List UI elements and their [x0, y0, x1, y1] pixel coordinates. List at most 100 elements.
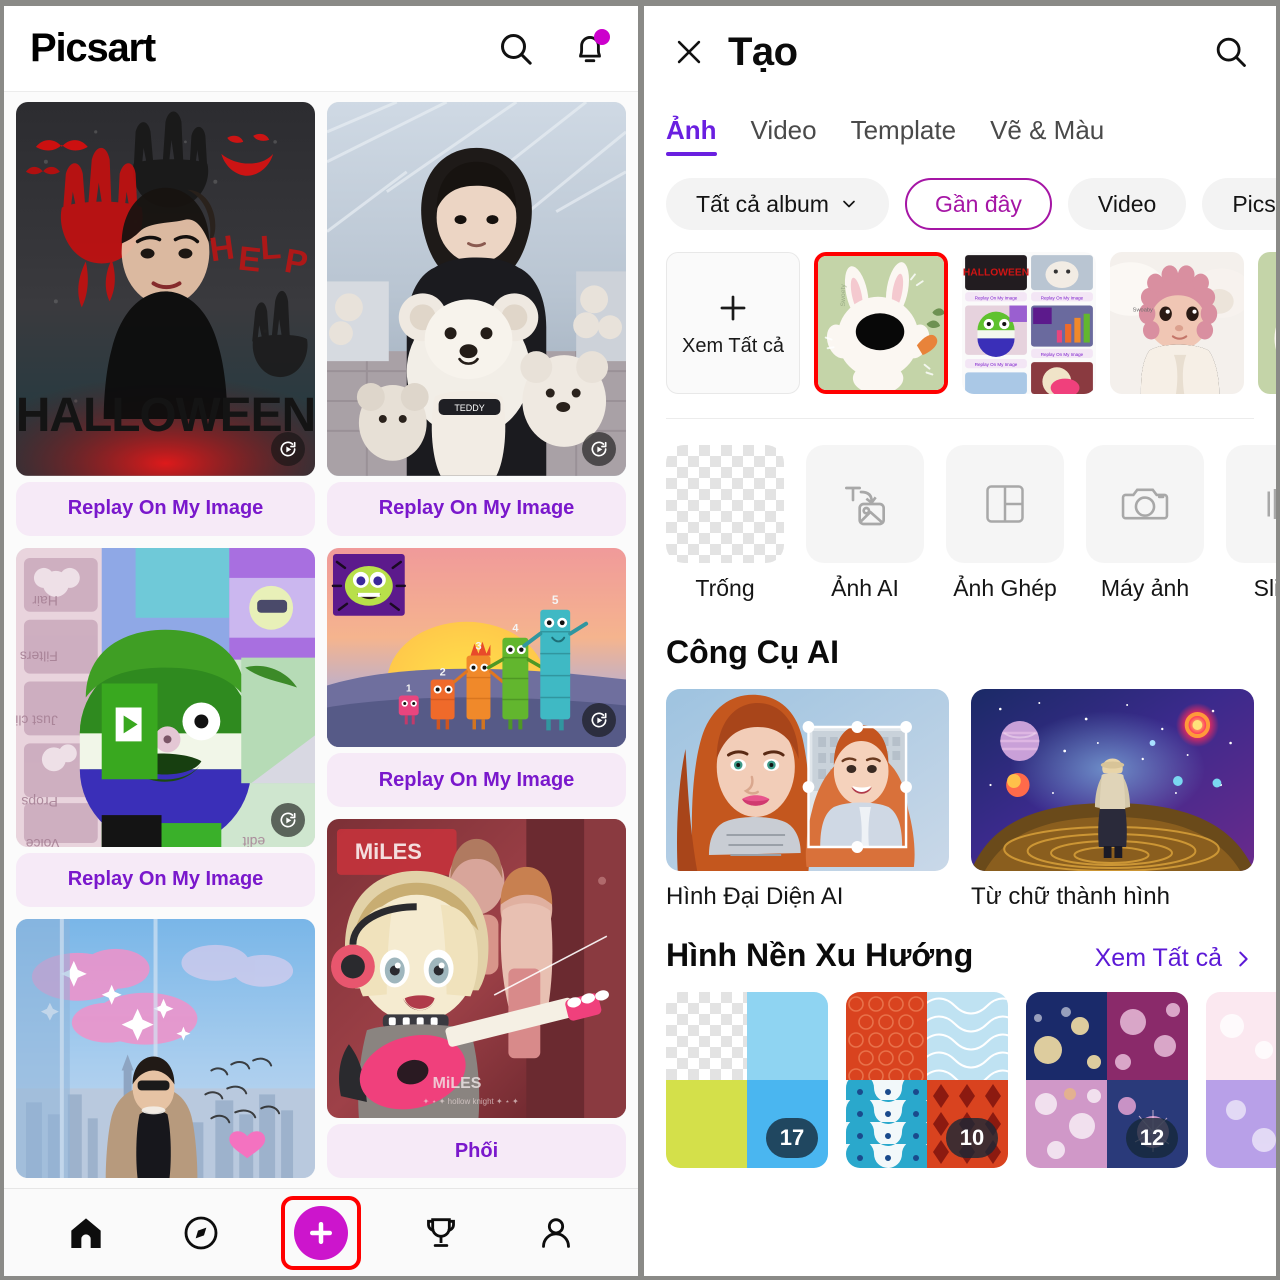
recent-photo-bunny-2[interactable]	[1258, 252, 1276, 394]
tool-label: Ảnh AI	[831, 575, 899, 601]
feed-thumbnail[interactable]: H E L P HALLOWEEN	[16, 102, 315, 476]
replay-on-my-image-button[interactable]: Replay On My Image	[327, 481, 626, 536]
replay-feed[interactable]: H E L P HALLOWEEN Replay On My Image Hai…	[4, 92, 638, 1188]
trending-backgrounds-row[interactable]: 17 10 12	[644, 992, 1276, 1168]
svg-text:5: 5	[552, 593, 559, 607]
feed-thumbnail[interactable]: TEDDY	[327, 102, 626, 476]
create-body: Tất cả album Gần đây Video Picsart	[644, 156, 1276, 1276]
pastel-swatch	[1206, 992, 1276, 1080]
recent-photo-screenshot[interactable]: HALLOWEEN Replay On My Image Replay On M…	[962, 252, 1096, 394]
feed-card[interactable]: TEDDY Replay On My Image	[327, 102, 626, 536]
tool-trong[interactable]: Trống	[666, 445, 784, 602]
feed-card[interactable]: MiLES MiLES ✦ ⋆ ✦ hollow knight ✦ ⋆ ✦ Ph…	[327, 819, 626, 1179]
background-pack-patterns[interactable]: 10	[846, 992, 1008, 1168]
screenshot-root: Picsart H E L P HALLOWEEN Replay On My I…	[0, 0, 1280, 1280]
feed-thumbnail[interactable]: MiLES MiLES ✦ ⋆ ✦ hollow knight ✦ ⋆ ✦	[327, 819, 626, 1119]
baby-thumbnail: Swoaby	[1110, 252, 1244, 394]
svg-text:✦ ⋆ ✦ hollow knight ✦ ⋆ ✦: ✦ ⋆ ✦ hollow knight ✦ ⋆ ✦	[423, 1097, 519, 1106]
bokeh-swatch	[1026, 992, 1107, 1080]
svg-text:edit: edit	[243, 834, 266, 847]
backgrounds-section-header: Hình Nền Xu Hướng Xem Tất cả	[644, 911, 1276, 992]
feed-card[interactable]	[16, 918, 315, 1178]
ai-card-text-to-image[interactable]: Từ chữ thành hình	[971, 689, 1254, 911]
feed-card[interactable]: H E L P HALLOWEEN Replay On My Image	[16, 102, 315, 536]
ai-card-label: Hình Đại Diện AI	[666, 883, 844, 910]
nav-explore-button[interactable]	[166, 1202, 236, 1264]
collage-icon	[986, 485, 1024, 523]
chip-tat-ca-album[interactable]: Tất cả album	[666, 178, 889, 230]
replay-on-my-image-button[interactable]: Replay On My Image	[16, 852, 315, 907]
bokeh-swatch	[1107, 992, 1188, 1080]
background-pack-pastel[interactable]	[1206, 992, 1276, 1168]
left-phone-panel: Picsart H E L P HALLOWEEN Replay On My I…	[4, 6, 638, 1276]
svg-text:TEDDY: TEDDY	[454, 403, 484, 413]
svg-text:MiLES: MiLES	[355, 839, 422, 864]
feed-card[interactable]: Hair Filters Just clips Props Voice edit	[16, 547, 315, 907]
svg-text:MiLES: MiLES	[433, 1075, 482, 1092]
recent-photo-selected[interactable]: Swoety	[814, 252, 948, 394]
see-all-photos-tile[interactable]: Xem Tất cả	[666, 252, 800, 394]
slides-icon	[1267, 489, 1276, 519]
tab-anh[interactable]: Ảnh	[666, 115, 717, 156]
svg-text:Filters: Filters	[20, 648, 58, 664]
feed-card[interactable]: 1 2 3 4 5 Replay On My Image	[327, 547, 626, 808]
recent-photo-baby[interactable]: Swoaby	[1110, 252, 1244, 394]
nav-home-button[interactable]	[51, 1202, 121, 1264]
close-icon[interactable]	[666, 29, 712, 75]
tool-may-anh[interactable]: Máy ảnh	[1086, 445, 1204, 602]
chip-gan-day[interactable]: Gần đây	[904, 178, 1052, 230]
tool-anh-ai[interactable]: Ảnh AI	[806, 445, 924, 602]
pastel-swatch	[1206, 1080, 1276, 1168]
ai-tools-section-header: Công Cụ AI	[644, 608, 1276, 689]
search-icon[interactable]	[1208, 29, 1254, 75]
nav-create-button[interactable]	[293, 1205, 348, 1260]
city-clouds-artwork	[16, 918, 315, 1178]
album-filter-chips[interactable]: Tất cả album Gần đây Video Picsart	[644, 156, 1276, 230]
chip-video[interactable]: Video	[1067, 178, 1187, 230]
svg-text:Swoety: Swoety	[840, 284, 847, 307]
guitar-girl-artwork: MiLES MiLES ✦ ⋆ ✦ hollow knight ✦ ⋆ ✦	[327, 819, 626, 1119]
notifications-bell-icon[interactable]	[568, 27, 612, 71]
svg-text:2: 2	[440, 666, 446, 678]
chip-picsart[interactable]: Picsart	[1202, 178, 1276, 230]
recent-photos-row[interactable]: Xem Tất cả Swoety HALLOWEEN Replay On My…	[644, 230, 1276, 418]
replay-video-icon[interactable]	[271, 802, 305, 837]
picsart-app-header: Picsart	[4, 6, 638, 92]
svg-text:Just clips: Just clips	[16, 712, 58, 728]
see-all-label: Xem Tất cả	[1094, 944, 1222, 972]
create-tabs[interactable]: Ảnh Video Template Vẽ & Màu	[644, 98, 1276, 156]
tab-template[interactable]: Template	[851, 115, 957, 156]
replay-video-icon[interactable]	[271, 431, 305, 466]
nav-challenges-button[interactable]	[406, 1202, 476, 1264]
feed-thumbnail[interactable]: 1 2 3 4 5	[327, 547, 626, 748]
app-screenshot-thumbnail: HALLOWEEN Replay On My Image Replay On M…	[962, 252, 1096, 394]
replay-video-icon[interactable]	[582, 703, 616, 738]
svg-text:1: 1	[406, 683, 412, 694]
feed-thumbnail[interactable]	[16, 918, 315, 1178]
nav-create-button-highlight[interactable]	[280, 1195, 361, 1270]
background-pack-bokeh[interactable]: 12	[1026, 992, 1188, 1168]
tab-ve-va-mau[interactable]: Vẽ & Màu	[990, 115, 1104, 156]
color-swatch	[747, 992, 828, 1080]
ai-tools-row[interactable]: Hình Đại Diện AI Từ chữ thành hình	[644, 689, 1276, 911]
see-all-photos-label: Xem Tất cả	[682, 334, 784, 357]
replay-on-my-image-button[interactable]: Replay On My Image	[327, 753, 626, 808]
background-pack-solid[interactable]: 17	[666, 992, 828, 1168]
bottom-navigation-bar[interactable]	[4, 1188, 638, 1276]
create-tools-row[interactable]: Trống Ảnh AI Ảnh Ghép Máy ảnh Sl	[644, 419, 1276, 608]
search-icon[interactable]	[494, 27, 538, 71]
replay-on-my-image-button[interactable]: Replay On My Image	[16, 481, 315, 536]
svg-text:Replay On My Image: Replay On My Image	[975, 362, 1018, 367]
ai-card-avatar[interactable]: Hình Đại Diện AI	[666, 689, 949, 911]
svg-text:Replay On My Image: Replay On My Image	[975, 295, 1018, 300]
tool-anh-ghep[interactable]: Ảnh Ghép	[946, 445, 1064, 602]
phoi-button[interactable]: Phối	[327, 1124, 626, 1179]
replay-video-icon[interactable]	[582, 431, 616, 466]
tab-video[interactable]: Video	[751, 115, 817, 156]
see-all-backgrounds-link[interactable]: Xem Tất cả	[1095, 944, 1254, 973]
tool-slides[interactable]: Slides	[1226, 445, 1276, 602]
nav-profile-button[interactable]	[521, 1202, 591, 1264]
feed-thumbnail[interactable]: Hair Filters Just clips Props Voice edit	[16, 547, 315, 847]
bunny-2-thumbnail	[1258, 252, 1276, 394]
svg-text:Hair: Hair	[32, 593, 58, 609]
